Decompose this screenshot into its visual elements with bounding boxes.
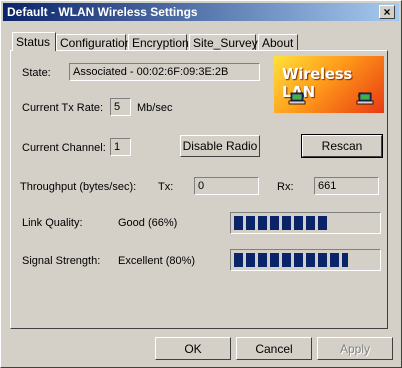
tx-rate-field: 5 <box>110 98 131 116</box>
state-label: State: <box>22 67 51 79</box>
wireless-lan-banner: Wireless LAN <box>274 56 384 113</box>
cancel-button[interactable]: Cancel <box>236 337 312 360</box>
tx-rate-unit: Mb/sec <box>137 102 173 114</box>
title-bar[interactable]: Default - WLAN Wireless Settings × <box>3 3 399 21</box>
ok-button[interactable]: OK <box>155 337 231 360</box>
link-quality-label: Link Quality: <box>22 217 83 229</box>
rx-label: Rx: <box>277 181 294 193</box>
tab-encryption[interactable]: Encryption <box>128 34 189 50</box>
signal-strength-label: Signal Strength: <box>22 255 101 267</box>
tx-rate-label: Current Tx Rate: <box>22 102 104 114</box>
rx-field: 661 <box>314 177 379 195</box>
tab-about[interactable]: About <box>258 34 298 50</box>
signal-strength-value: Excellent (80%) <box>118 255 196 267</box>
tab-site-survey[interactable]: Site_Survey <box>189 34 258 50</box>
rescan-button[interactable]: Rescan <box>301 134 383 158</box>
window-title: Default - WLAN Wireless Settings <box>7 5 198 19</box>
tx-label: Tx: <box>158 181 174 193</box>
throughput-label: Throughput (bytes/sec): <box>20 181 137 193</box>
disable-radio-button[interactable]: Disable Radio <box>180 135 260 157</box>
link-quality-meter-fill <box>234 216 329 230</box>
tab-configuration[interactable]: Configuration <box>56 34 131 50</box>
close-icon: × <box>383 5 391 19</box>
channel-field: 1 <box>110 138 131 156</box>
dialog-window: Default - WLAN Wireless Settings × Statu… <box>0 0 402 368</box>
link-quality-value: Good (66%) <box>118 217 178 229</box>
close-button[interactable]: × <box>379 5 395 19</box>
signal-strength-meter-fill <box>234 253 349 267</box>
link-quality-meter <box>230 212 381 234</box>
tx-field: 0 <box>194 177 259 195</box>
state-field: Associated - 00:02:6F:09:3E:2B <box>69 63 260 81</box>
signal-strength-meter <box>230 249 381 271</box>
apply-button[interactable]: Apply <box>317 337 393 360</box>
laptop-icon <box>356 92 374 105</box>
laptop-icon <box>288 92 306 105</box>
channel-label: Current Channel: <box>22 142 106 154</box>
tab-status[interactable]: Status <box>12 32 56 51</box>
